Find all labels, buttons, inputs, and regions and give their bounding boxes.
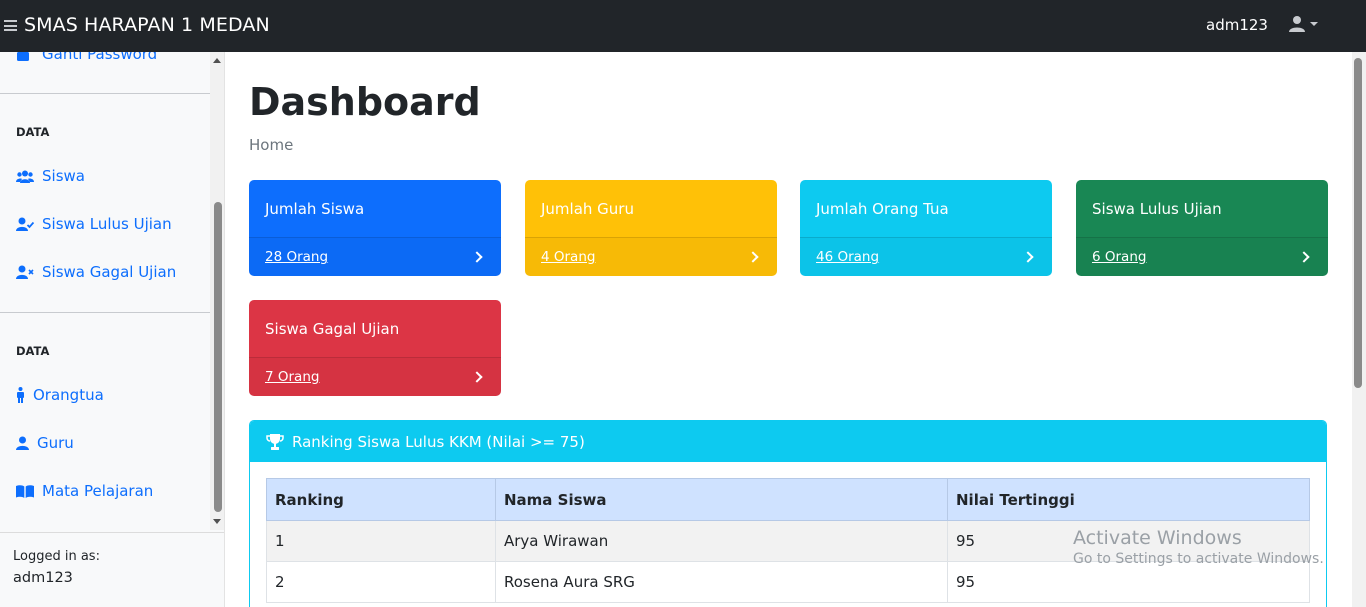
column-header[interactable]: Nilai Tertinggi — [947, 478, 1310, 521]
chevron-right-icon[interactable] — [747, 251, 759, 263]
sidebar: Ganti Password DATA Siswa Siswa Lulus Uj… — [0, 52, 225, 607]
main-scroll-thumb[interactable] — [1354, 58, 1362, 388]
scroll-down-arrow-icon[interactable] — [213, 519, 221, 524]
sidebar-item-label: Siswa Gagal Ujian — [42, 263, 177, 281]
user-icon[interactable] — [1289, 15, 1305, 36]
ranking-card-header: Ranking Siswa Lulus KKM (Nilai >= 75) — [250, 421, 1326, 462]
ranking-card: Ranking Siswa Lulus KKM (Nilai >= 75) Ra… — [249, 420, 1327, 607]
card-jumlah-guru: Jumlah Guru 4 Orang — [525, 180, 777, 276]
logged-in-label: Logged in as: — [13, 549, 100, 564]
logged-in-user: adm123 — [13, 570, 73, 586]
sidebar-item-ganti-password[interactable]: Ganti Password — [16, 52, 157, 63]
male-icon — [16, 387, 27, 403]
watermark-line1: Activate Windows — [1073, 527, 1242, 549]
sidebar-item-siswa-lulus-ujian[interactable]: Siswa Lulus Ujian — [16, 215, 172, 233]
table-cell: Rosena Aura SRG — [495, 561, 948, 603]
sidebar-item-label: Siswa Lulus Ujian — [42, 215, 172, 233]
breadcrumb[interactable]: Home — [249, 136, 293, 154]
brand-title[interactable]: SMAS HARAPAN 1 MEDAN — [24, 14, 270, 36]
card-link[interactable]: 46 Orang — [816, 249, 879, 265]
sidebar-item-label: Siswa — [42, 167, 85, 185]
page-title: Dashboard — [249, 80, 481, 124]
card-title: Jumlah Siswa — [265, 200, 365, 218]
user-check-icon — [16, 217, 36, 231]
user-dropdown-caret-icon[interactable] — [1310, 22, 1318, 26]
navbar-username: adm123 — [1206, 16, 1268, 34]
sidebar-scroll-thumb[interactable] — [214, 202, 222, 512]
sidebar-item-mata-pelajaran[interactable]: Mata Pelajaran — [16, 482, 153, 500]
sidebar-heading-data: DATA — [16, 125, 50, 139]
sidebar-item-label: Ganti Password — [42, 52, 158, 63]
user-times-icon — [16, 265, 36, 279]
watermark-line2: Go to Settings to activate Windows. — [1073, 551, 1324, 567]
chevron-right-icon[interactable] — [471, 371, 483, 383]
table-cell: 2 — [266, 561, 496, 603]
ranking-card-title: Ranking Siswa Lulus KKM (Nilai >= 75) — [292, 432, 585, 451]
card-siswa-lulus-ujian: Siswa Lulus Ujian 6 Orang — [1076, 180, 1328, 276]
card-title: Jumlah Orang Tua — [816, 200, 949, 218]
sidebar-item-siswa-gagal-ujian[interactable]: Siswa Gagal Ujian — [16, 263, 176, 281]
table-cell: 95 — [947, 561, 1310, 603]
sidebar-item-label: Guru — [37, 434, 74, 452]
sidebar-item-guru[interactable]: Guru — [16, 434, 74, 452]
sidebar-toggle-icon[interactable] — [4, 20, 17, 31]
chevron-right-icon[interactable] — [471, 251, 483, 263]
lock-icon — [16, 52, 36, 61]
card-siswa-gagal-ujian: Siswa Gagal Ujian 7 Orang — [249, 300, 501, 396]
sidebar-item-label: Orangtua — [33, 386, 104, 404]
chevron-right-icon[interactable] — [1298, 251, 1310, 263]
column-header[interactable]: Nama Siswa — [495, 478, 948, 521]
user-icon — [16, 436, 31, 450]
card-title: Siswa Gagal Ujian — [265, 320, 400, 338]
table-cell: Arya Wirawan — [495, 520, 948, 562]
card-link[interactable]: 7 Orang — [265, 369, 319, 385]
trophy-icon — [266, 433, 284, 450]
card-jumlah-orang-tua: Jumlah Orang Tua 46 Orang — [800, 180, 1052, 276]
sidebar-footer: Logged in as: adm123 — [0, 532, 224, 607]
table-header-row: Ranking Nama Siswa Nilai Tertinggi — [266, 478, 1310, 521]
table-cell: 1 — [266, 520, 496, 562]
chevron-right-icon[interactable] — [1022, 251, 1034, 263]
sidebar-item-orangtua[interactable]: Orangtua — [16, 386, 104, 404]
card-title: Siswa Lulus Ujian — [1092, 200, 1222, 218]
activate-windows-watermark: Activate Windows Go to Settings to activ… — [1073, 527, 1324, 567]
sidebar-item-siswa[interactable]: Siswa — [16, 167, 85, 185]
column-header[interactable]: Ranking — [266, 478, 496, 521]
sidebar-heading-data: DATA — [16, 344, 50, 358]
sidebar-item-label: Mata Pelajaran — [42, 482, 154, 500]
sidebar-divider — [0, 312, 210, 313]
table-row: 2 Rosena Aura SRG 95 — [266, 561, 1310, 603]
main-content: Dashboard Home Jumlah Siswa 28 Orang Jum… — [225, 52, 1352, 607]
card-link[interactable]: 28 Orang — [265, 249, 328, 265]
users-icon — [16, 170, 36, 183]
card-link[interactable]: 4 Orang — [541, 249, 595, 265]
book-open-icon — [16, 484, 36, 498]
card-link[interactable]: 6 Orang — [1092, 249, 1146, 265]
sidebar-divider — [0, 93, 210, 94]
card-jumlah-siswa: Jumlah Siswa 28 Orang — [249, 180, 501, 276]
top-navbar: SMAS HARAPAN 1 MEDAN adm123 — [0, 0, 1366, 52]
card-title: Jumlah Guru — [541, 200, 634, 218]
scroll-up-arrow-icon[interactable] — [213, 58, 221, 63]
